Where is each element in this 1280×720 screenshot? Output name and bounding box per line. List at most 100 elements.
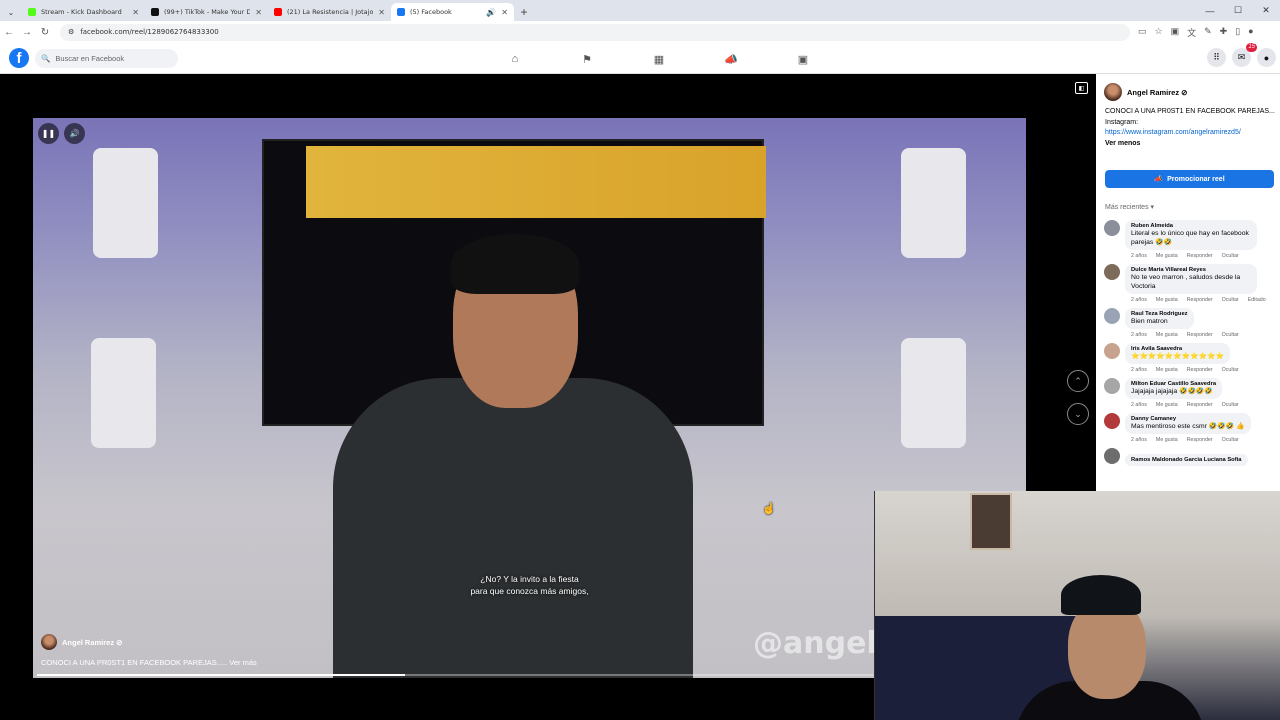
tab-close-icon[interactable]: ✕ [501, 8, 508, 17]
tab-favicon-icon [28, 8, 36, 16]
account-avatar[interactable]: ● [1257, 48, 1276, 67]
pause-icon[interactable]: ❚❚ [38, 123, 59, 144]
facebook-logo[interactable]: f [9, 48, 29, 68]
promote-reel-button[interactable]: 📣 Promocionar reel [1105, 170, 1274, 188]
bookmark-star-icon[interactable]: ☆ [1155, 26, 1163, 39]
megaphone-icon[interactable]: 📣 [721, 49, 741, 69]
site-info-icon[interactable]: ⚙ [68, 28, 74, 36]
comment-action-ocultar[interactable]: Ocultar [1222, 253, 1239, 259]
commenter-avatar[interactable] [1104, 343, 1120, 359]
eyedropper-icon[interactable]: ✎ [1204, 26, 1212, 39]
commenter-avatar[interactable] [1104, 308, 1120, 324]
comment-action-me-gusta[interactable]: Me gusta [1156, 402, 1178, 408]
flag-icon[interactable]: ⚑ [577, 49, 597, 69]
url-field[interactable]: ⚙ facebook.com/reel/1289062764833300 [60, 23, 1130, 41]
browser-tab[interactable]: (5) Facebook 🔊 ✕ [391, 3, 514, 21]
author-avatar[interactable] [41, 634, 57, 650]
extension-icon[interactable]: ▣ [1171, 26, 1180, 39]
studio-light [901, 148, 966, 258]
tab-search-icon[interactable]: ⌄ [0, 3, 22, 21]
comment-action-me-gusta[interactable]: Me gusta [1156, 297, 1178, 303]
browser-tab[interactable]: (99+) TikTok - Make Your Day ✕ [145, 3, 268, 21]
messenger-icon[interactable]: ✉ 15 [1232, 43, 1257, 67]
gaming-icon[interactable]: ▣ [793, 49, 813, 69]
comment-actions: 2 años Me gusta Responder Ocultar [1125, 332, 1276, 338]
comment-action-responder[interactable]: Responder [1187, 367, 1213, 373]
comment-action-me-gusta[interactable]: Me gusta [1156, 253, 1178, 259]
commenter-avatar[interactable] [1104, 220, 1120, 236]
comment-bubble: Milton Eduar Castillo Saavedra Jajajaja j… [1125, 378, 1223, 399]
see-less-link[interactable]: Ver menos [1105, 140, 1140, 147]
comment-actions: 2 años Me gusta Responder Ocultar Editado [1125, 297, 1276, 303]
window-controls: — ☐ ✕ [1196, 0, 1280, 21]
sidepanel-icon[interactable]: ▯ [1235, 26, 1240, 39]
back-icon[interactable]: ← [0, 27, 18, 38]
video-author[interactable]: Angel Ramirez ⊘ [41, 634, 122, 650]
profile-icon[interactable]: ● [1248, 26, 1253, 39]
comment-action-ocultar[interactable]: Ocultar [1222, 367, 1239, 373]
commenter-name[interactable]: Ramos Maldonado Garcia Luciana Sofia [1131, 457, 1242, 463]
video-caption[interactable]: CONOCI A UNA PR0ST1 EN FACEBOOK PAREJAS.… [41, 658, 257, 667]
comment-time: 2 años [1131, 253, 1147, 259]
instagram-link[interactable]: https://www.instagram.com/angelramirezd5… [1105, 128, 1275, 139]
comment-item: Danny Camaney Mas mentiroso este csmr 🤣🤣🤣… [1104, 413, 1276, 443]
puzzle-icon[interactable]: ✚ [1220, 26, 1228, 39]
studio-light [93, 148, 158, 258]
comment-action-ocultar[interactable]: Ocultar [1222, 437, 1239, 443]
comment-action-editado[interactable]: Editado [1248, 297, 1266, 303]
panel-author[interactable]: Angel Ramirez ⊘ [1104, 83, 1187, 101]
shelf-left [91, 338, 156, 448]
facebook-main-nav: ⌂ ⚑ ▦ 📣 ▣ [505, 49, 813, 69]
comment-item: Ramos Maldonado Garcia Luciana Sofia [1104, 448, 1276, 466]
facebook-search[interactable]: 🔍 Buscar en Facebook [35, 49, 178, 68]
marketplace-icon[interactable]: ▦ [649, 49, 669, 69]
commenter-avatar[interactable] [1104, 378, 1120, 394]
comment-action-responder[interactable]: Responder [1187, 402, 1213, 408]
commenter-avatar[interactable] [1104, 264, 1120, 280]
translate-icon[interactable]: 文 [1187, 26, 1196, 39]
browser-tab[interactable]: (21) La Resistencia | Jotajoda Rea... ✕ [268, 3, 391, 21]
next-reel-button[interactable]: ⌄ [1067, 403, 1089, 425]
comment-time: 2 años [1131, 297, 1147, 303]
commenter-avatar[interactable] [1104, 448, 1120, 464]
panel-author-name[interactable]: Angel Ramirez ⊘ [1127, 88, 1187, 97]
cast-icon[interactable]: ▭ [1138, 26, 1147, 39]
comment-time: 2 años [1131, 367, 1147, 373]
comment-sort-dropdown[interactable]: Más recientes ▾ [1105, 203, 1154, 211]
panel-author-avatar[interactable] [1104, 83, 1122, 101]
commenter-avatar[interactable] [1104, 413, 1120, 429]
video-author-name[interactable]: Angel Ramirez ⊘ [62, 638, 122, 647]
reload-icon[interactable]: ↻ [36, 27, 54, 38]
volume-icon[interactable]: 🔊 [64, 123, 85, 144]
search-input[interactable]: Buscar en Facebook [55, 54, 124, 63]
comment-action-me-gusta[interactable]: Me gusta [1156, 437, 1178, 443]
previous-reel-button[interactable]: ⌃ [1067, 370, 1089, 392]
maximize-icon[interactable]: ☐ [1224, 0, 1252, 21]
comment-action-ocultar[interactable]: Ocultar [1222, 402, 1239, 408]
collapse-panel-icon[interactable]: ◧ [1075, 82, 1088, 94]
comment-action-ocultar[interactable]: Ocultar [1222, 332, 1239, 338]
minimize-icon[interactable]: — [1196, 0, 1224, 21]
comment-action-responder[interactable]: Responder [1187, 253, 1213, 259]
tab-close-icon[interactable]: ✕ [132, 8, 139, 17]
comment-action-me-gusta[interactable]: Me gusta [1156, 367, 1178, 373]
tab-close-icon[interactable]: ✕ [378, 8, 385, 17]
comment-action-ocultar[interactable]: Ocultar [1222, 297, 1239, 303]
tab-close-icon[interactable]: ✕ [255, 8, 262, 17]
video-progress-bar[interactable] [37, 674, 873, 676]
shelf-right [901, 338, 966, 448]
close-window-icon[interactable]: ✕ [1252, 0, 1280, 21]
comment-action-responder[interactable]: Responder [1187, 332, 1213, 338]
comment-action-responder[interactable]: Responder [1187, 297, 1213, 303]
comment-action-me-gusta[interactable]: Me gusta [1156, 332, 1178, 338]
forward-icon[interactable]: → [18, 27, 36, 38]
instagram-label: Instagram: [1105, 118, 1139, 126]
home-icon[interactable]: ⌂ [505, 49, 525, 69]
tab-audio-icon[interactable]: 🔊 [486, 8, 496, 17]
comment-action-responder[interactable]: Responder [1187, 437, 1213, 443]
menu-grid-icon[interactable]: ⠿ [1207, 48, 1226, 67]
browser-tab[interactable]: Stream - Kick Dashboard ✕ [22, 3, 145, 21]
tv-banner [306, 146, 766, 218]
wall-picture-frame [970, 493, 1012, 550]
new-tab-button[interactable]: + [514, 3, 534, 21]
